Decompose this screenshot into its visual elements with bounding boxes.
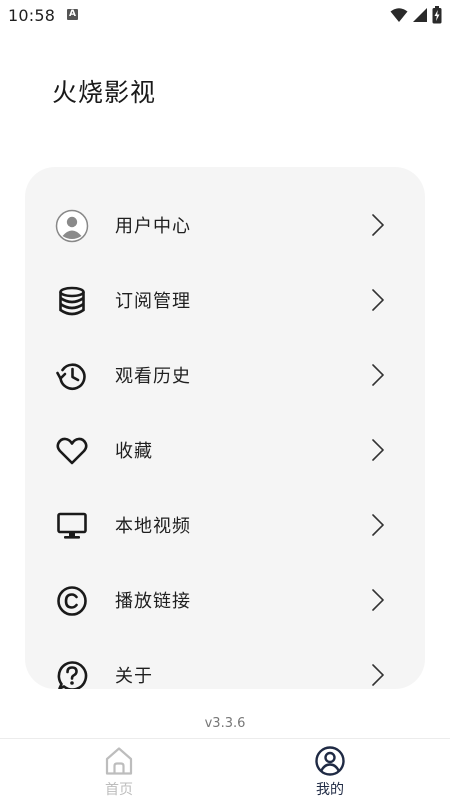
chevron-right-icon [372, 514, 384, 536]
nav-label-home: 首页 [105, 782, 133, 798]
user-profile-icon [315, 746, 345, 776]
menu-item-label: 用户中心 [115, 216, 191, 237]
menu-item-user-center[interactable]: 用户中心 [25, 187, 425, 262]
version-text: v3.3.6 [204, 716, 246, 731]
menu-item-local-videos[interactable]: 本地视频 [25, 487, 425, 562]
chevron-right-icon [372, 364, 384, 386]
menu-item-about[interactable]: 关于 [25, 637, 425, 689]
status-time: 10:58 [8, 6, 56, 25]
chevron-right-icon [372, 214, 384, 236]
status-icons [390, 6, 442, 24]
copyright-icon [57, 586, 87, 616]
menu-item-label: 关于 [115, 666, 153, 687]
wifi-icon [390, 8, 408, 22]
menu-item-subscriptions[interactable]: 订阅管理 [25, 262, 425, 337]
cell-signal-icon [413, 8, 427, 22]
bottom-nav: 首页 我的 [0, 738, 450, 802]
chevron-right-icon [372, 589, 384, 611]
help-icon [57, 661, 88, 689]
monitor-icon [57, 512, 87, 539]
menu-item-play-link[interactable]: 播放链接 [25, 562, 425, 637]
status-bar: 10:58 A [0, 0, 450, 32]
history-icon [56, 363, 86, 391]
user-avatar-icon [55, 209, 89, 243]
chevron-right-icon [372, 439, 384, 461]
menu-item-favorites[interactable]: 收藏 [25, 412, 425, 487]
menu-card: 用户中心 订阅管理 观看历史 收藏 本地视频 播放链接 关于 [25, 167, 425, 689]
chevron-right-icon [372, 664, 384, 686]
battery-icon [432, 6, 442, 24]
menu-item-label: 本地视频 [115, 516, 191, 537]
notification-a-icon: A [67, 9, 78, 20]
heart-icon [56, 437, 88, 465]
home-icon [105, 747, 133, 775]
menu-item-label: 观看历史 [115, 366, 191, 387]
nav-label-mine: 我的 [316, 782, 344, 798]
nav-item-home[interactable]: 首页 [89, 739, 149, 802]
chevron-right-icon [372, 289, 384, 311]
menu-item-history[interactable]: 观看历史 [25, 337, 425, 412]
database-icon [59, 286, 85, 316]
menu-item-label: 播放链接 [115, 591, 191, 612]
menu-item-label: 订阅管理 [115, 291, 191, 312]
app-title: 火烧影视 [52, 78, 157, 107]
nav-item-mine[interactable]: 我的 [300, 739, 360, 802]
menu-item-label: 收藏 [115, 441, 153, 462]
